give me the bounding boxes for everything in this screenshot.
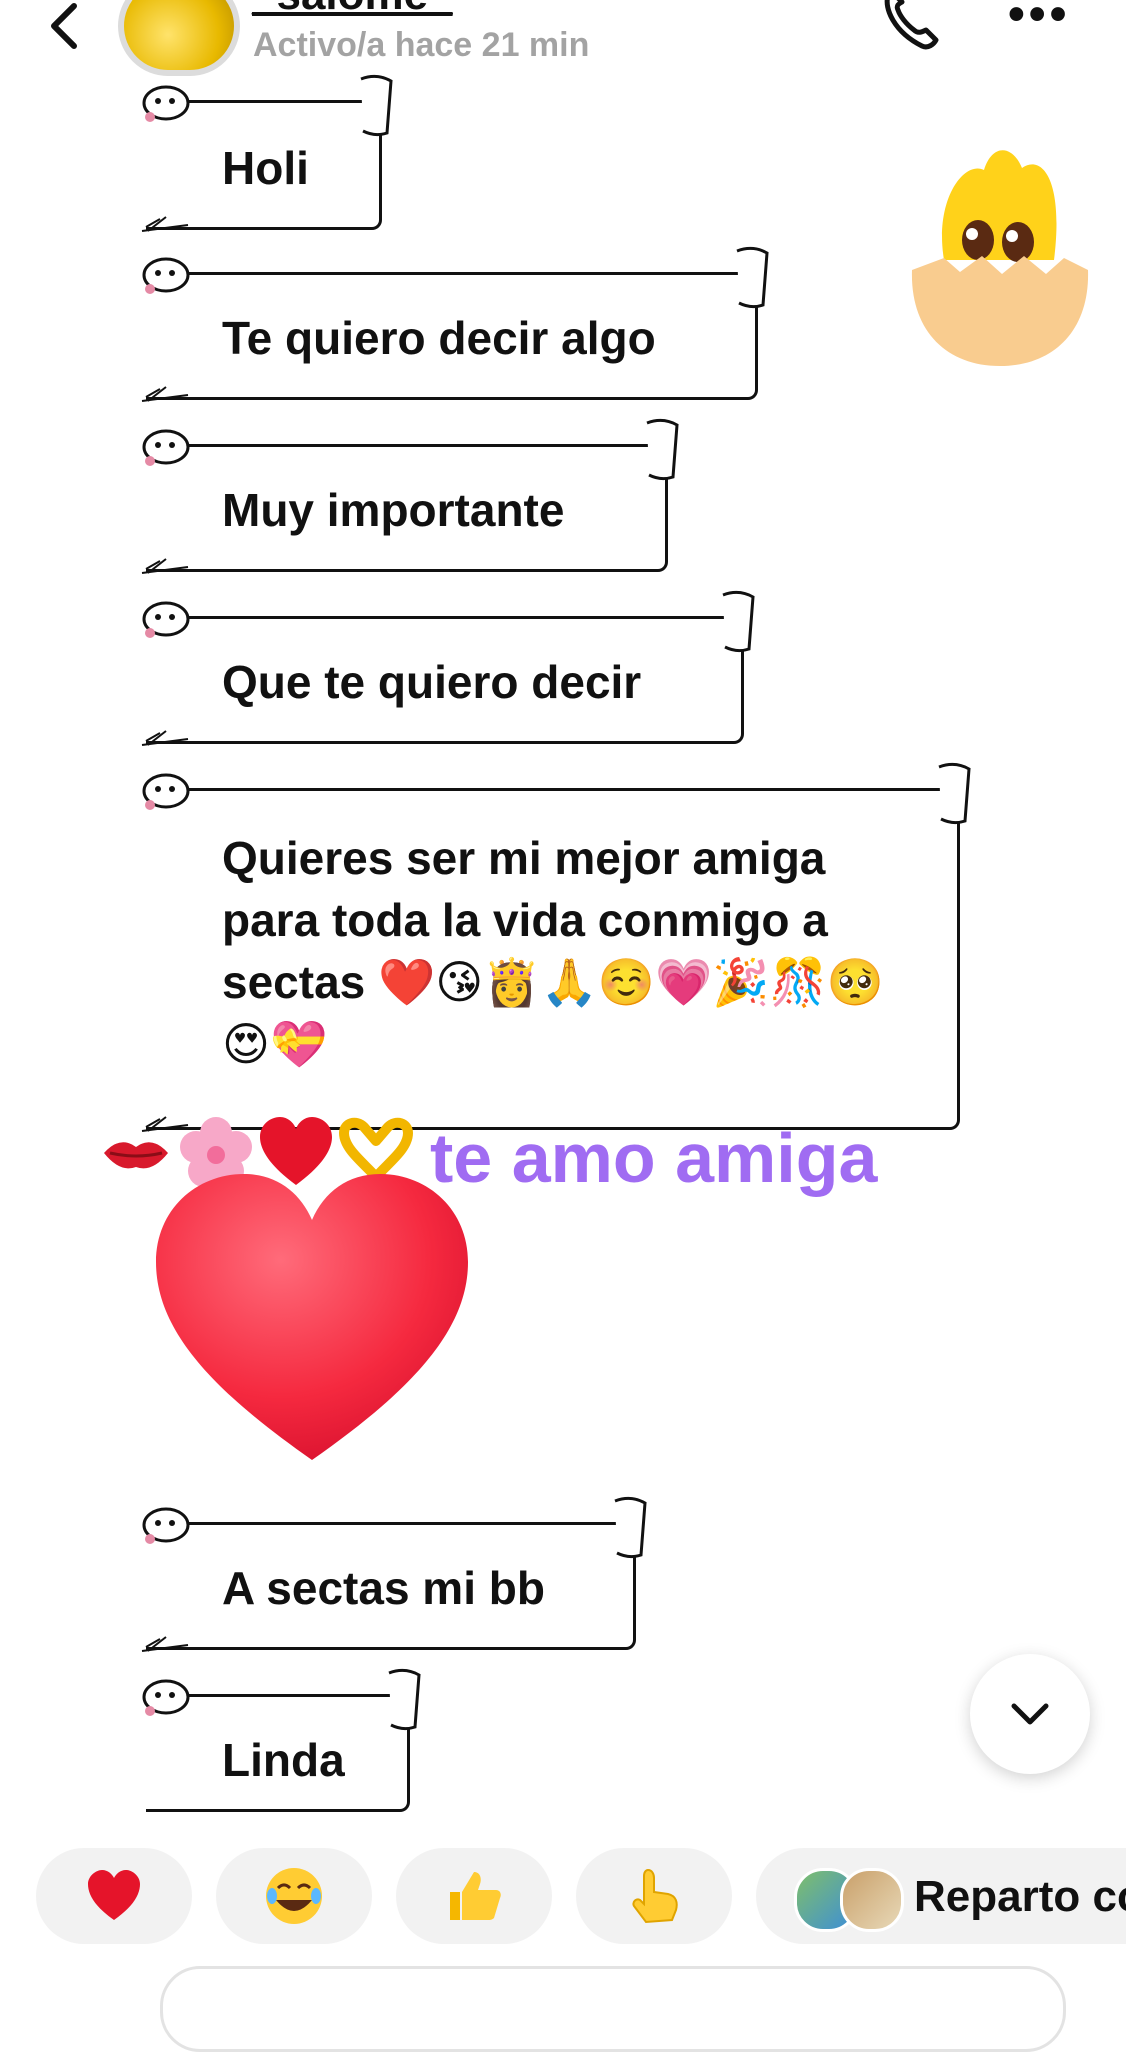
pointing-hand-icon xyxy=(632,1868,678,1924)
message-text: A sectas mi bb xyxy=(222,1562,545,1614)
cat-doodle-icon xyxy=(142,601,190,638)
active-status: Activo/a hace 21 min xyxy=(253,26,590,64)
quick-reactions-bar: Reparto co xyxy=(0,1840,1126,1950)
grass-doodle-icon xyxy=(141,386,189,402)
grass-doodle-icon xyxy=(141,216,189,232)
chevron-down-icon xyxy=(1011,1703,1049,1725)
message-text: Muy importante xyxy=(222,484,565,536)
message-bubble[interactable]: Quieres ser mi mejor amiga para toda la … xyxy=(141,762,971,1132)
avatar[interactable] xyxy=(118,0,240,76)
chevron-left-icon[interactable] xyxy=(40,2,90,52)
message-bubble[interactable]: Muy importante xyxy=(141,418,679,574)
scroll-to-bottom-button[interactable] xyxy=(970,1654,1090,1774)
message-text: Linda xyxy=(222,1734,345,1786)
grass-doodle-icon xyxy=(141,558,189,574)
scroll-curl-icon xyxy=(646,418,679,481)
quick-reaction-heart[interactable] xyxy=(36,1848,192,1944)
share-button[interactable]: Reparto co xyxy=(756,1848,1126,1944)
cat-doodle-icon xyxy=(142,85,190,122)
grass-doodle-icon xyxy=(141,1636,189,1652)
scroll-curl-icon xyxy=(614,1496,647,1559)
scroll-curl-icon xyxy=(736,246,769,309)
quick-reaction-thumbs-up[interactable] xyxy=(396,1848,552,1944)
thumbs-up-icon xyxy=(450,1872,501,1920)
laughing-icon xyxy=(266,1868,322,1924)
quick-reaction-point[interactable] xyxy=(576,1848,732,1944)
message-bubble[interactable]: Linda xyxy=(142,1668,421,1812)
avatar xyxy=(840,1868,904,1932)
reply-text: te amo amiga xyxy=(430,1119,878,1197)
share-label: Reparto co xyxy=(914,1872,1126,1921)
cat-doodle-icon xyxy=(142,1507,190,1544)
more-icon[interactable]: ••• xyxy=(1008,0,1078,40)
message-bubble[interactable]: A sectas mi bb xyxy=(141,1496,647,1652)
message-text: Holi xyxy=(222,142,309,194)
cat-doodle-icon xyxy=(142,1679,190,1716)
cat-doodle-icon xyxy=(142,773,190,810)
scroll-curl-icon xyxy=(722,590,755,653)
message-bubble[interactable]: Holi xyxy=(141,74,393,232)
message-text: Te quiero decir algo xyxy=(222,312,656,364)
heart-icon xyxy=(88,1870,140,1920)
cat-doodle-icon xyxy=(142,257,190,294)
quick-reaction-laugh[interactable] xyxy=(216,1848,372,1944)
scroll-curl-icon xyxy=(938,762,971,825)
scroll-curl-icon xyxy=(360,74,393,137)
grass-doodle-icon xyxy=(141,730,189,746)
scroll-curl-icon xyxy=(388,1668,421,1731)
message-bubble[interactable]: Te quiero decir algo xyxy=(141,246,769,402)
message-text: Que te quiero decir xyxy=(222,656,642,708)
message-text: Quieres ser mi mejor amiga para toda la … xyxy=(222,832,885,1070)
message-composer[interactable] xyxy=(160,1966,1066,2052)
username[interactable]: _salome_ xyxy=(252,0,453,20)
big-heart-icon xyxy=(156,1174,468,1460)
hatching-chick-icon xyxy=(911,150,1089,366)
cat-doodle-icon xyxy=(142,429,190,466)
message-bubble[interactable]: Que te quiero decir xyxy=(141,590,755,746)
phone-icon[interactable] xyxy=(876,0,946,54)
